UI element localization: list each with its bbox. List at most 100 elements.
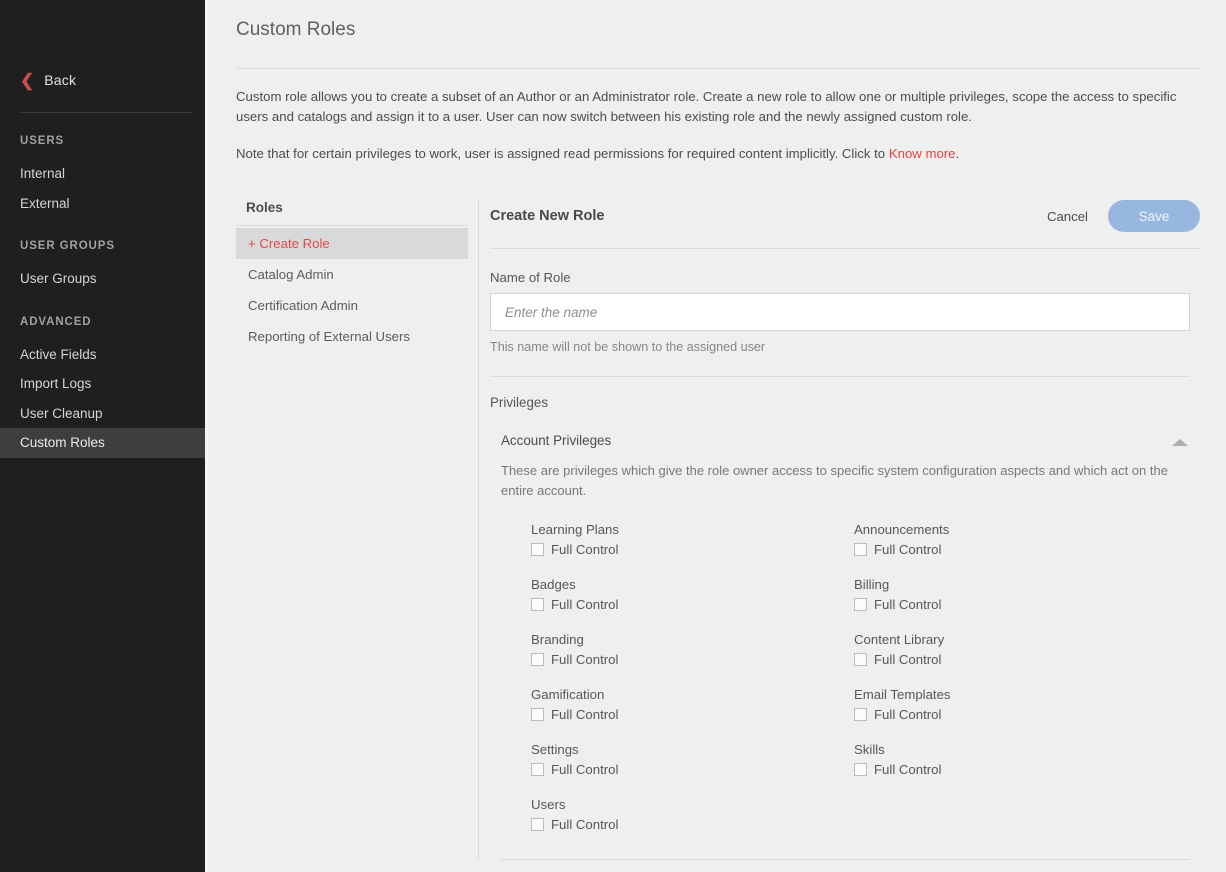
sidebar-item-internal[interactable]: Internal xyxy=(0,159,208,189)
privilege-users: Users Full Control xyxy=(531,797,854,832)
privilege-name: Learning Plans xyxy=(531,522,854,537)
page-title: Custom Roles xyxy=(236,0,1200,41)
checkbox-icon[interactable] xyxy=(531,818,544,831)
privilege-checkbox-row[interactable]: Full Control xyxy=(531,597,854,612)
nav-group-advanced: ADVANCED Active Fields Import Logs User … xyxy=(0,316,208,458)
sidebar-item-custom-roles[interactable]: Custom Roles xyxy=(0,428,208,458)
account-privileges-accordion-header[interactable]: Account Privileges xyxy=(501,433,1190,448)
checkbox-icon[interactable] xyxy=(854,543,867,556)
privilege-name: Branding xyxy=(531,632,854,647)
privilege-checkbox-row[interactable]: Full Control xyxy=(531,542,854,557)
checkbox-icon[interactable] xyxy=(531,598,544,611)
privilege-settings: Settings Full Control xyxy=(531,742,854,777)
nav-group-title-user-groups: USER GROUPS xyxy=(0,240,208,252)
privilege-control-label: Full Control xyxy=(874,542,941,557)
privilege-checkbox-row[interactable]: Full Control xyxy=(854,652,1200,667)
privilege-control-label: Full Control xyxy=(874,652,941,667)
sidebar: ❮ Back USERS Internal External USER GROU… xyxy=(0,0,208,872)
role-item-create-role[interactable]: + Create Role xyxy=(236,228,468,259)
privilege-checkbox-row[interactable]: Full Control xyxy=(531,652,854,667)
privilege-checkbox-row[interactable]: Full Control xyxy=(531,707,854,722)
form-header: Create New Role Cancel Save xyxy=(490,200,1200,232)
privilege-name: Email Templates xyxy=(854,687,1200,702)
privilege-name: Skills xyxy=(854,742,1200,757)
privilege-gamification: Gamification Full Control xyxy=(531,687,854,722)
privilege-checkbox-row[interactable]: Full Control xyxy=(854,707,1200,722)
privilege-name: Settings xyxy=(531,742,854,757)
privilege-announcements: Announcements Full Control xyxy=(854,522,1200,557)
checkbox-icon[interactable] xyxy=(854,708,867,721)
privilege-skills: Skills Full Control xyxy=(854,742,1200,777)
privilege-badges: Badges Full Control xyxy=(531,577,854,612)
back-button[interactable]: ❮ Back xyxy=(0,64,208,96)
privilege-name: Billing xyxy=(854,577,1200,592)
role-item-certification-admin[interactable]: Certification Admin xyxy=(236,290,468,321)
privilege-control-label: Full Control xyxy=(551,597,618,612)
privilege-branding: Branding Full Control xyxy=(531,632,854,667)
main-content: Custom Roles Custom role allows you to c… xyxy=(208,0,1226,872)
save-button[interactable]: Save xyxy=(1108,200,1200,232)
privilege-name: Content Library xyxy=(854,632,1200,647)
cancel-button[interactable]: Cancel xyxy=(1043,203,1092,230)
privilege-checkbox-row[interactable]: Full Control xyxy=(531,762,854,777)
back-label: Back xyxy=(44,72,76,88)
checkbox-icon[interactable] xyxy=(531,763,544,776)
account-privileges-accordion: Account Privileges These are privileges … xyxy=(490,433,1200,832)
privileges-grid: Learning Plans Full Control Announcement… xyxy=(501,522,1200,832)
sidebar-item-user-cleanup[interactable]: User Cleanup xyxy=(0,399,208,429)
privilege-learning-plans: Learning Plans Full Control xyxy=(531,522,854,557)
sidebar-item-external[interactable]: External xyxy=(0,189,208,219)
nav-group-title-advanced: ADVANCED xyxy=(0,316,208,328)
chevron-left-icon: ❮ xyxy=(20,72,34,89)
name-of-role-label: Name of Role xyxy=(490,270,1200,285)
role-name-input[interactable] xyxy=(490,293,1190,331)
checkbox-icon[interactable] xyxy=(531,708,544,721)
privilege-name: Users xyxy=(531,797,854,812)
sidebar-item-user-groups[interactable]: User Groups xyxy=(0,264,208,294)
nav-group-user-groups: USER GROUPS User Groups xyxy=(0,240,208,294)
checkbox-icon[interactable] xyxy=(854,763,867,776)
role-name-hint: This name will not be shown to the assig… xyxy=(490,340,1200,354)
checkbox-icon[interactable] xyxy=(854,653,867,666)
checkbox-icon[interactable] xyxy=(854,598,867,611)
triangle-up-icon[interactable] xyxy=(1172,439,1188,446)
checkbox-icon[interactable] xyxy=(531,543,544,556)
privilege-control-label: Full Control xyxy=(874,707,941,722)
role-item-catalog-admin[interactable]: Catalog Admin xyxy=(236,259,468,290)
intro-paragraph-2: Note that for certain privileges to work… xyxy=(236,144,1200,164)
privilege-name: Gamification xyxy=(531,687,854,702)
sidebar-item-import-logs[interactable]: Import Logs xyxy=(0,369,208,399)
privilege-control-label: Full Control xyxy=(874,597,941,612)
sidebar-divider xyxy=(20,112,192,113)
sidebar-item-active-fields[interactable]: Active Fields xyxy=(0,340,208,370)
app-root: ❮ Back USERS Internal External USER GROU… xyxy=(0,0,1226,872)
privilege-control-label: Full Control xyxy=(551,707,618,722)
page-title-divider xyxy=(236,68,1200,69)
form-title: Create New Role xyxy=(490,208,604,224)
roles-panel: Roles + Create Role Catalog Admin Certif… xyxy=(236,200,478,860)
privilege-email-templates: Email Templates Full Control xyxy=(854,687,1200,722)
intro-note-period: . xyxy=(956,146,960,161)
privilege-checkbox-row[interactable]: Full Control xyxy=(854,597,1200,612)
intro-paragraph-1: Custom role allows you to create a subse… xyxy=(236,87,1200,128)
privilege-content-library: Content Library Full Control xyxy=(854,632,1200,667)
privilege-checkbox-row[interactable]: Full Control xyxy=(531,817,854,832)
privilege-checkbox-row[interactable]: Full Control xyxy=(854,542,1200,557)
account-privileges-description: These are privileges which give the role… xyxy=(501,461,1181,500)
checkbox-icon[interactable] xyxy=(531,653,544,666)
privilege-checkbox-row[interactable]: Full Control xyxy=(854,762,1200,777)
create-role-form: Create New Role Cancel Save Name of Role… xyxy=(479,200,1200,860)
roles-panel-title: Roles xyxy=(236,200,468,225)
role-item-reporting-external-users[interactable]: Reporting of External Users xyxy=(236,321,468,352)
nav-group-title-users: USERS xyxy=(0,135,208,147)
roles-panel-divider xyxy=(236,225,468,226)
account-privileges-title: Account Privileges xyxy=(501,433,611,448)
privilege-name: Announcements xyxy=(854,522,1200,537)
privileges-bottom-divider xyxy=(501,859,1190,860)
know-more-link[interactable]: Know more xyxy=(889,146,956,161)
privilege-name: Badges xyxy=(531,577,854,592)
form-actions: Cancel Save xyxy=(1043,200,1200,232)
privilege-control-label: Full Control xyxy=(551,762,618,777)
privileges-label: Privileges xyxy=(490,395,1200,410)
privilege-billing: Billing Full Control xyxy=(854,577,1200,612)
